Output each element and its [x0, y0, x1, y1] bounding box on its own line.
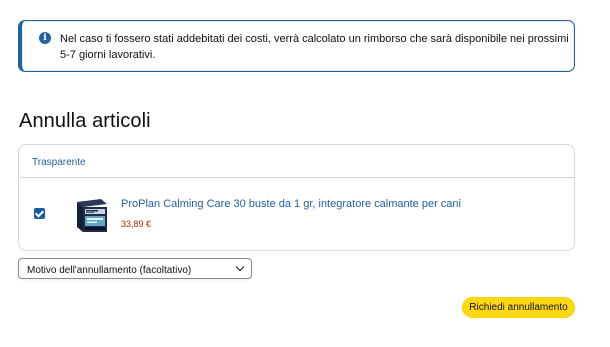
- page-title: Annulla articoli: [19, 110, 151, 132]
- items-box: Trasparente ProPlan Calming Care 30 bust…: [18, 144, 575, 251]
- cancellation-reason-select[interactable]: Motivo dell'annullamento (facoltativo): [18, 258, 252, 279]
- alert-text: Nel caso ti fossero stati addebitati dei…: [60, 33, 569, 61]
- request-cancellation-button[interactable]: Richiedi annullamento: [462, 297, 575, 318]
- info-alert: i Nel caso ti fossero stati addebitati d…: [18, 20, 575, 72]
- box-header: Trasparente: [19, 145, 574, 178]
- item-checkbox[interactable]: [34, 208, 45, 219]
- item-row: ProPlan Calming Care 30 buste da 1 gr, i…: [19, 178, 574, 250]
- product-name-link[interactable]: ProPlan Calming Care 30 buste da 1 gr, i…: [121, 198, 461, 210]
- info-icon: i: [39, 32, 51, 44]
- box-header-label: Trasparente: [32, 157, 86, 168]
- product-price: 33,89 €: [121, 219, 152, 229]
- chevron-down-icon: [235, 262, 245, 272]
- product-thumbnail[interactable]: [71, 196, 111, 234]
- reason-select-value: Motivo dell'annullamento (facoltativo): [27, 265, 192, 276]
